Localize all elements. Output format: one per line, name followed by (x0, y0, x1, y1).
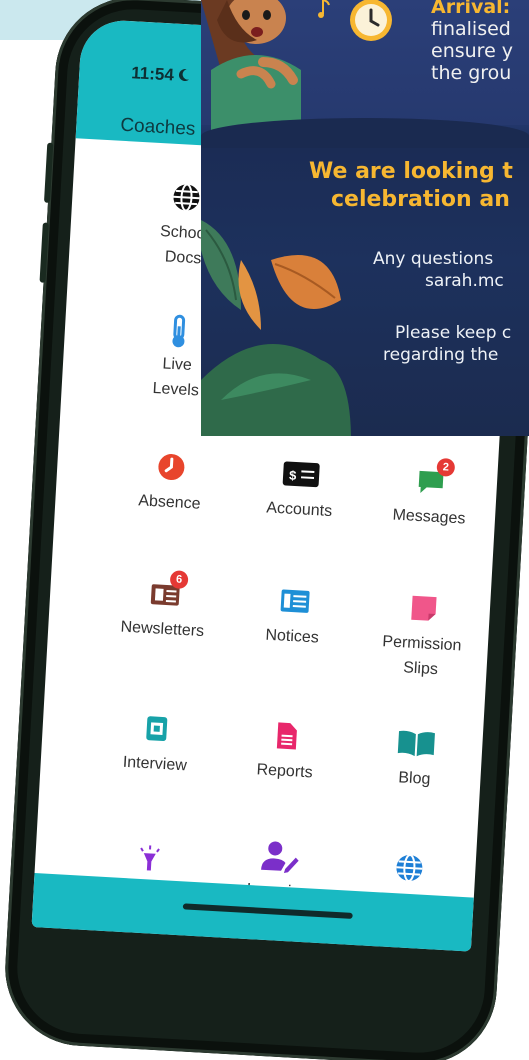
music-note-icon (318, 0, 330, 18)
tile-reports[interactable]: Reports (224, 718, 347, 788)
thermometer-icon (163, 313, 195, 348)
tile-absence[interactable]: Absence (109, 449, 232, 519)
banner-line: ensure y (431, 40, 514, 62)
tile-label: Notices (265, 626, 320, 647)
page-title: Coaches (119, 114, 196, 140)
tile-messages[interactable]: 2 Messages (368, 457, 491, 533)
banner-line: finalised (431, 18, 511, 40)
banner-questions-text: Any questions sarah.mc (373, 248, 504, 292)
clock-text: 11:54 (130, 63, 175, 85)
status-time: 11:54 (131, 63, 191, 86)
tile-permission-slips[interactable]: Permission Slips (360, 590, 485, 685)
unread-badge: 2 (436, 457, 456, 477)
tile-label: Absence (137, 492, 201, 513)
body-line: Please keep c (395, 323, 512, 343)
torch-icon (134, 843, 166, 875)
newspaper-icon: 6 (149, 570, 189, 610)
alarm-clock-icon (350, 0, 392, 41)
tile-interview[interactable]: Interview (94, 710, 217, 780)
banner-arrival-text: Arrival: finalised ensure y the grou (431, 0, 513, 84)
tile-label: Permission Slips (381, 633, 462, 679)
tile-blog[interactable]: Blog (354, 725, 477, 795)
home-indicator[interactable] (182, 903, 353, 919)
promo-banner: Arrival: finalised ensure y the grou We … (201, 0, 529, 436)
body-line: sarah.mc (425, 271, 504, 291)
tile-newsletters[interactable]: 6 Newsletters (102, 570, 225, 646)
tile-label: Messages (392, 506, 466, 528)
unread-badge: 6 (169, 570, 189, 590)
person-pen-icon (259, 840, 301, 873)
tile-label: Interview (122, 753, 188, 775)
tile-label: Newsletters (120, 618, 205, 641)
body-line: Any questions (373, 249, 494, 269)
headline-line: We are looking t (309, 159, 513, 184)
globe-icon (171, 182, 203, 214)
open-book-icon (396, 727, 438, 759)
tile-label: Blog (397, 769, 431, 788)
crescent-moon-icon (179, 69, 190, 82)
document-icon (271, 720, 303, 752)
money-bill-icon: $ (280, 458, 322, 490)
globe-icon (394, 852, 426, 884)
chat-bubble-icon: 2 (415, 457, 456, 498)
leaf-illustration (201, 220, 351, 436)
banner-line: Arrival: (431, 0, 511, 18)
clock-icon (156, 451, 188, 483)
sticky-note-icon (408, 593, 440, 625)
notice-board-icon (278, 585, 310, 617)
banner-line: the grou (431, 62, 512, 84)
body-line: regarding the (383, 345, 499, 365)
tile-label: Reports (256, 761, 314, 782)
tile-notices[interactable]: Notices (232, 583, 355, 653)
tile-accounts[interactable]: $ Accounts (239, 456, 362, 526)
tile-label: Accounts (265, 499, 333, 521)
banner-divider-wave (201, 118, 529, 148)
banner-reminder-text: Please keep c regarding the (383, 322, 511, 366)
calendar-icon (141, 713, 173, 745)
